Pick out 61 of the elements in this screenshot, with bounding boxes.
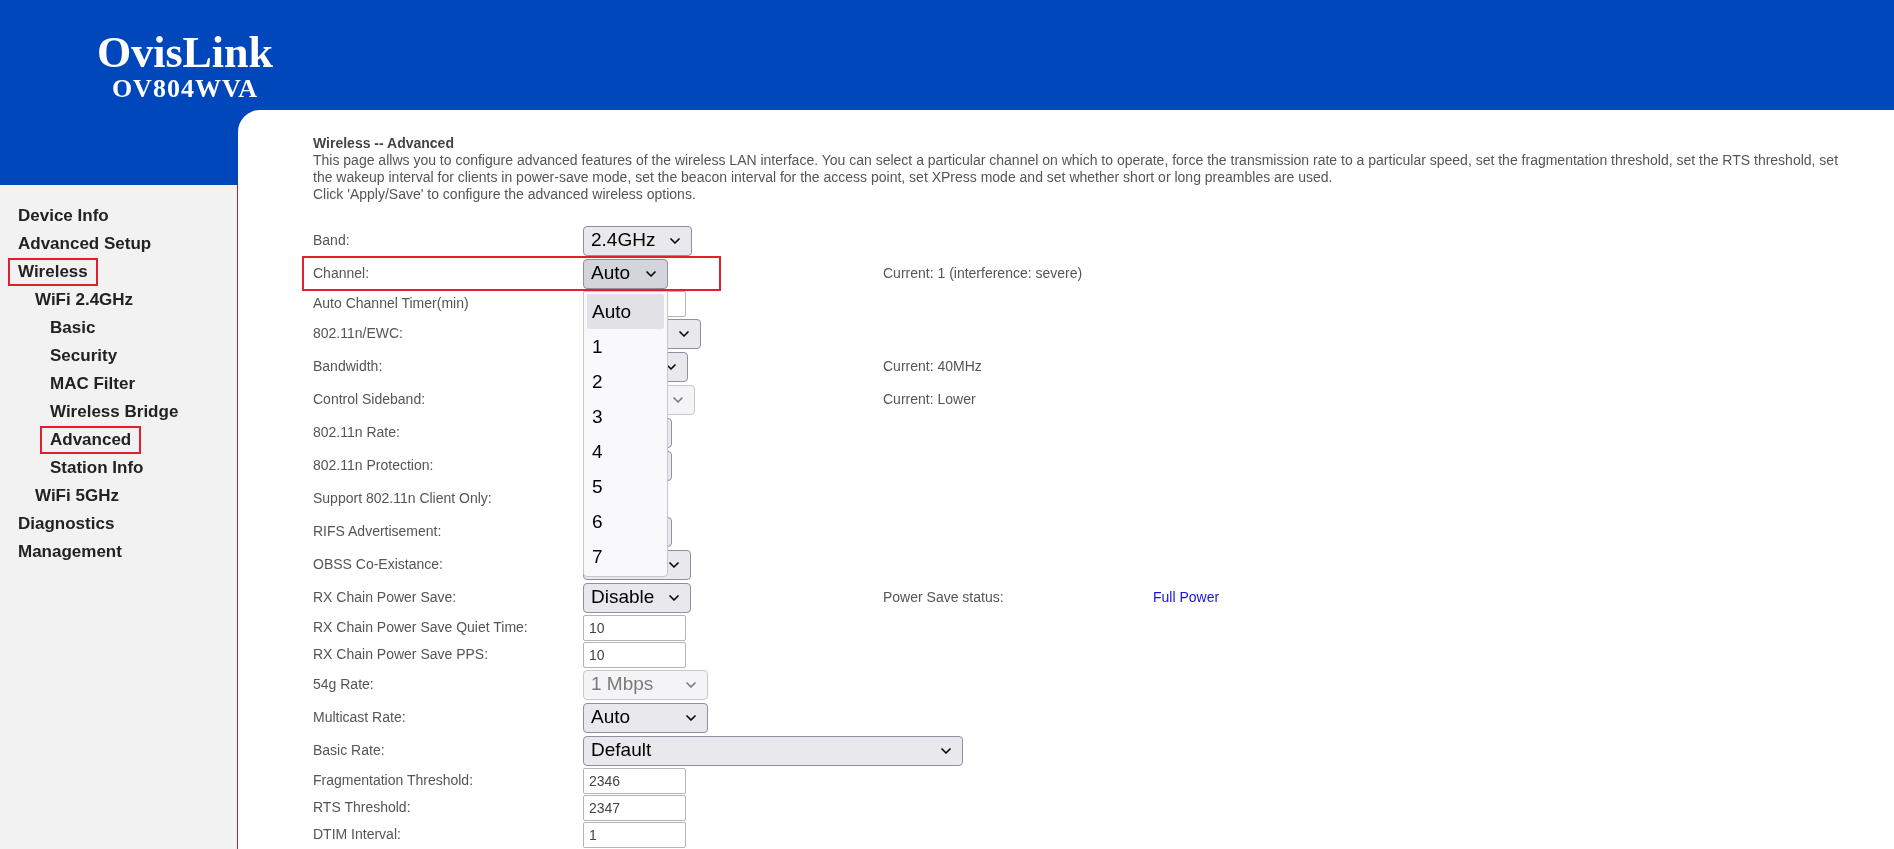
dropdown-option[interactable]: 3 (587, 398, 664, 434)
dropdown-select[interactable]: Auto (583, 258, 668, 289)
sidebar-item[interactable]: Basic (40, 314, 106, 342)
sidebar-item[interactable]: WiFi 2.4GHz (25, 286, 144, 314)
status-text: Current: Lower (883, 390, 977, 409)
dropdown-option[interactable]: 2 (587, 363, 664, 399)
sidebar-item[interactable]: Security (40, 342, 128, 370)
field-label: Band: (313, 231, 351, 250)
status-text: Current: 1 (interference: severe) (883, 264, 1084, 283)
field-label: Fragmentation Threshold: (313, 771, 475, 790)
sidebar-item[interactable]: Advanced (40, 426, 142, 454)
dropdown-select[interactable]: Disable (583, 582, 691, 613)
field-label: RX Chain Power Save Quiet Time: (313, 618, 529, 637)
field-label: 802.11n/EWC: (313, 324, 404, 343)
dropdown-option[interactable]: 7 (587, 538, 664, 574)
dropdown-option[interactable]: 6 (587, 503, 664, 539)
dropdown-select[interactable]: 2.4GHz (583, 225, 692, 256)
model-name: OV804WVA (111, 76, 259, 102)
dropdown-select[interactable]: Auto (583, 702, 708, 733)
sidebar-item[interactable]: Management (8, 538, 132, 566)
status-text: Power Save status: (883, 588, 1005, 607)
input-field[interactable]: 10 (583, 641, 686, 668)
field-label: RTS Threshold: (313, 798, 412, 817)
field-label: Basic Rate: (313, 741, 386, 760)
field-label: Support 802.11n Client Only: (313, 489, 493, 508)
sidebar-item[interactable]: Wireless Bridge (40, 398, 189, 426)
page-instruction: Click 'Apply/Save' to configure the advanced wireless options. (313, 186, 697, 203)
input-field[interactable]: 10 (583, 614, 686, 641)
dropdown-option[interactable]: 5 (587, 468, 664, 504)
sidebar-item[interactable]: Station Info (40, 454, 154, 482)
field-label: Channel: (313, 264, 371, 283)
field-label: Control Sideband: (313, 390, 427, 409)
field-label: 802.11n Rate: (313, 423, 401, 442)
field-label: DTIM Interval: (313, 825, 402, 844)
page-title: Wireless -- Advanced (313, 135, 455, 152)
field-label: 54g Rate: (313, 675, 375, 694)
field-label: RIFS Advertisement: (313, 522, 443, 541)
input-field[interactable]: 2346 (583, 767, 686, 794)
sidebar-item[interactable]: WiFi 5GHz (25, 482, 129, 510)
field-label: RX Chain Power Save PPS: (313, 645, 490, 664)
input-field[interactable]: 1 (583, 821, 686, 848)
status-text: Current: 40MHz (883, 357, 983, 376)
field-label: Multicast Rate: (313, 708, 407, 727)
dropdown-option[interactable]: 4 (587, 433, 664, 469)
status-value: Full Power (1153, 588, 1220, 607)
dropdown-select[interactable]: Default (583, 735, 963, 766)
dropdown-option[interactable]: Auto (587, 293, 664, 329)
brand-logo: OvisLink (96, 30, 274, 76)
sidebar-item[interactable]: Advanced Setup (8, 230, 162, 258)
field-label: Bandwidth: (313, 357, 384, 376)
field-label: OBSS Co-Existance: (313, 555, 444, 574)
dropdown-option[interactable]: 1 (587, 328, 664, 364)
sidebar-item[interactable]: Wireless (8, 258, 98, 286)
input-field[interactable]: 2347 (583, 794, 686, 821)
field-label: RX Chain Power Save: (313, 588, 458, 607)
sidebar-item[interactable]: Device Info (8, 202, 119, 230)
sidebar-item[interactable]: Diagnostics (8, 510, 125, 538)
page-description: This page allws you to configure advanced features of the wireless LAN interface. You can select a particular channel on which to operate, force the transmission rate to a particular speed, set the fragmentation threshold, set the RTS threshold, set the wakeup interval for clients in power-save mode, set the beacon interval for the access point, set XPress mode and set whether short or long preambles are used. (313, 152, 1840, 186)
field-label: 802.11n Protection: (313, 456, 435, 475)
field-label: Auto Channel Timer(min) (313, 294, 470, 313)
sidebar-item[interactable]: MAC Filter (40, 370, 145, 398)
